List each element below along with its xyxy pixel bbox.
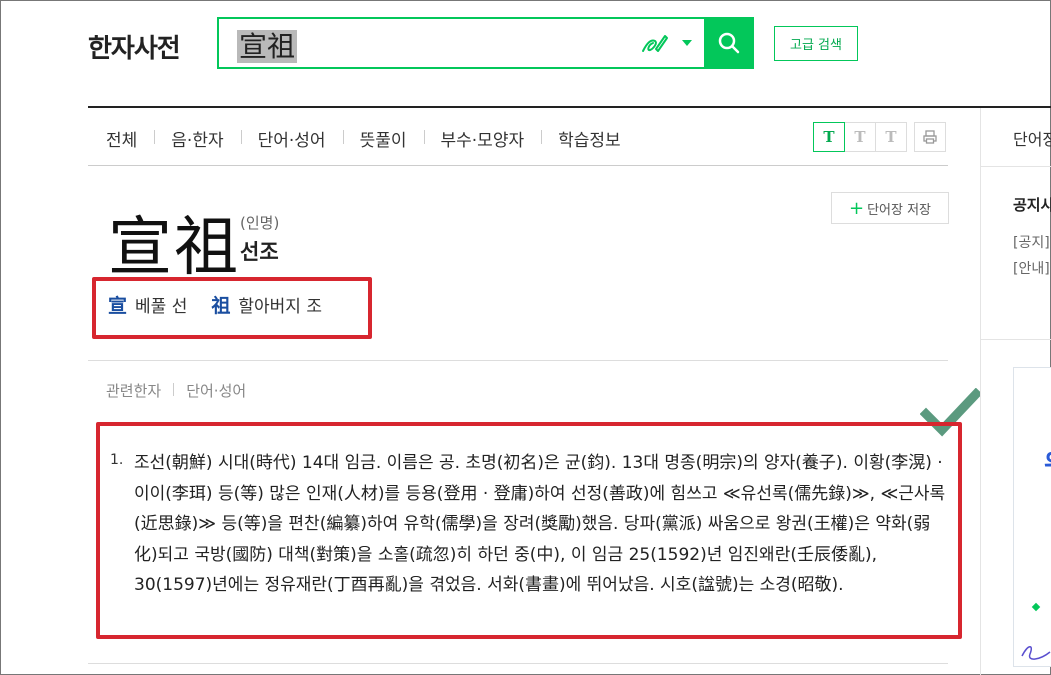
text-size-large-button[interactable]: T — [875, 122, 907, 152]
tab-learning-info[interactable]: 학습정보 — [541, 126, 638, 151]
save-to-wordbook-button[interactable]: + 단어장 저장 — [831, 192, 949, 224]
tab-radicals-shapes[interactable]: 부수·모양자 — [423, 126, 542, 151]
handwriting-input-icon[interactable] — [639, 31, 669, 57]
plus-icon: + — [848, 197, 865, 219]
sidebar-notice-link[interactable]: [공지] — [1013, 232, 1050, 252]
tab-sound-hanja[interactable]: 음·한자 — [154, 126, 240, 151]
sidebar-divider-1 — [981, 166, 1051, 167]
print-icon — [923, 130, 937, 144]
sidebar-divider — [980, 108, 981, 675]
character-meaning: 할아버지 조 — [238, 297, 322, 317]
sidebar-guide-link[interactable]: [안내] — [1013, 258, 1050, 278]
sidebar-banner[interactable]: 위 — [1013, 367, 1051, 667]
search-button[interactable] — [704, 17, 754, 69]
sidebar-divider-2 — [981, 339, 1051, 340]
character-meaning: 베풀 선 — [135, 297, 188, 317]
related-hanja-link[interactable]: 관련한자 — [106, 380, 173, 401]
search-icon — [718, 32, 740, 54]
save-to-wordbook-label: 단어장 저장 — [867, 202, 932, 218]
tab-words-idioms[interactable]: 단어·성어 — [240, 126, 343, 151]
definition-number: 1. — [110, 452, 124, 468]
category-tabs: 전체 음·한자 단어·성어 뜻풀이 부수·모양자 학습정보 — [88, 126, 638, 151]
sidebar-notice-title[interactable]: 공지사항 — [1013, 194, 1051, 215]
entry-part-of-speech: (인명) — [240, 214, 280, 232]
print-button[interactable] — [914, 122, 946, 152]
svg-text:위: 위 — [1044, 450, 1051, 480]
advanced-search-button[interactable]: 고급 검색 — [774, 26, 858, 61]
header-divider — [88, 106, 1051, 108]
tabs-divider — [88, 165, 948, 166]
related-words-link[interactable]: 단어·성어 — [173, 380, 258, 401]
definition-divider — [88, 663, 948, 664]
related-links: 관련한자 단어·성어 — [106, 380, 258, 401]
character-item: 祖 할아버지 조 — [211, 291, 322, 318]
definition-text: 조선(朝鮮) 시대(時代) 14대 임금. 이름은 공. 초명(初名)은 균(鈞… — [134, 453, 946, 595]
search-input[interactable]: 宣祖 — [237, 25, 298, 63]
dictionary-logo[interactable]: 한자사전 — [88, 28, 181, 65]
character-breakdown: 宣 베풀 선 祖 할아버지 조 — [108, 291, 346, 318]
entry-divider — [88, 360, 948, 361]
character-hanja-link[interactable]: 宣 — [108, 291, 127, 318]
text-size-small-button[interactable]: T — [813, 122, 845, 152]
chevron-down-icon[interactable] — [682, 40, 692, 46]
banner-decoration-icon: 위 — [1021, 450, 1051, 660]
text-size-controls: T T T — [813, 122, 946, 152]
character-item: 宣 베풀 선 — [108, 291, 187, 318]
entry-headword: 宣祖 — [108, 211, 240, 285]
text-size-medium-button[interactable]: T — [844, 122, 876, 152]
tab-all[interactable]: 전체 — [88, 126, 154, 151]
entry-reading: 선조 — [240, 240, 279, 264]
tab-definitions[interactable]: 뜻풀이 — [342, 126, 424, 151]
sidebar-wordbook-label[interactable]: 단어장 — [1013, 126, 1051, 150]
character-hanja-link[interactable]: 祖 — [211, 291, 230, 318]
search-box: 宣祖 — [217, 17, 754, 69]
search-query-text: 宣祖 — [237, 30, 298, 63]
